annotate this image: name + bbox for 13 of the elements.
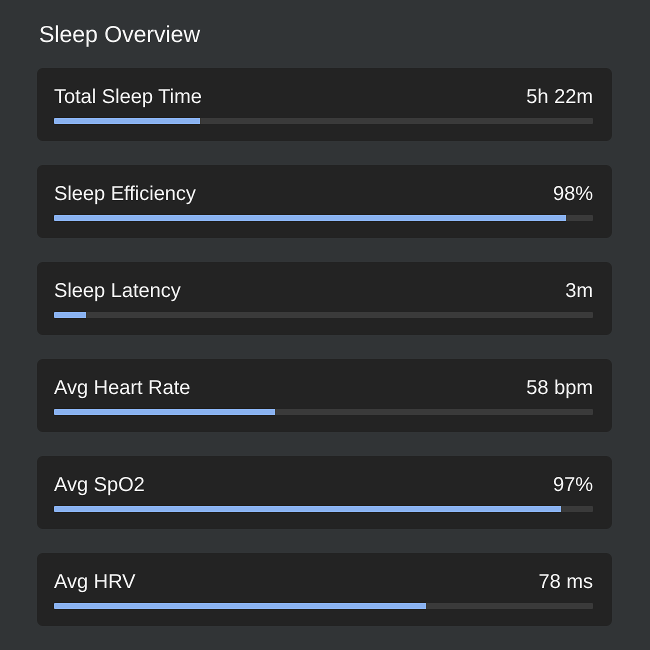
metric-value: 3m [565,279,593,303]
metric-label: Avg Heart Rate [54,376,190,400]
metric-label: Sleep Efficiency [54,182,196,206]
metric-label: Sleep Latency [54,279,181,303]
metric-value: 98% [552,182,593,206]
metric-label: Avg HRV [54,570,136,594]
metric-value: 97% [552,473,593,497]
metric-value: 5h 22m [526,85,593,109]
metric-label: Total Sleep Time [54,85,202,109]
metric-label: Avg SpO2 [54,473,145,497]
metric-value: 58 bpm [526,376,593,400]
section-title: Sleep Overview [39,20,200,48]
metric-value: 78 ms [538,570,593,594]
